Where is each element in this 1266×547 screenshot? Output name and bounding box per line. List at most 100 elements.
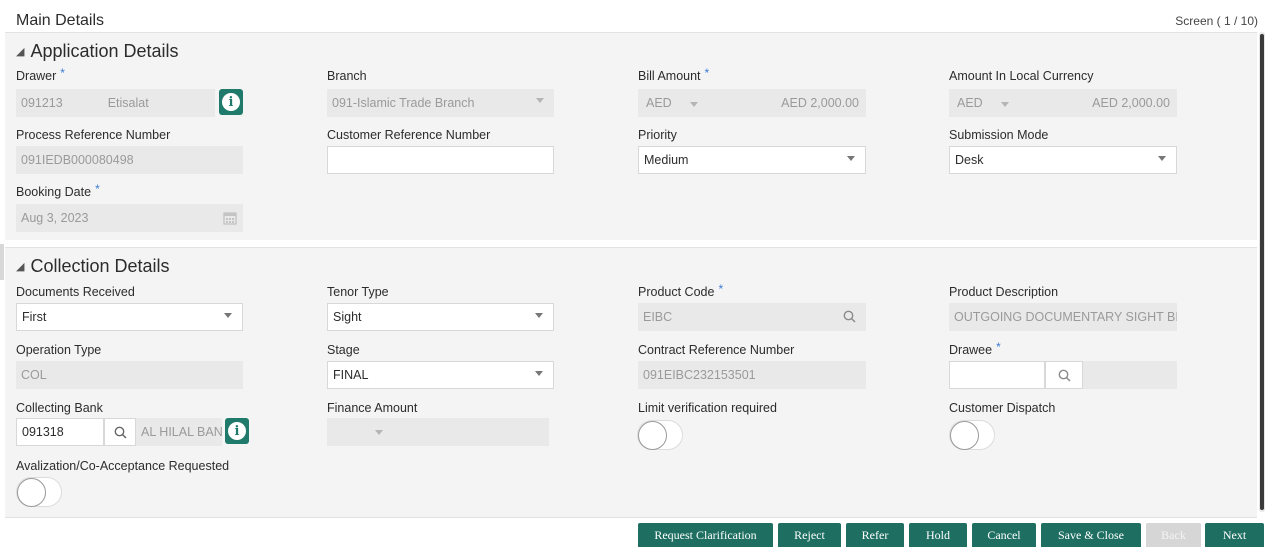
section-title: Application Details [30,41,179,61]
application-details-header[interactable]: ◢ Application Details [16,41,179,62]
contract-ref-label: Contract Reference Number [638,343,795,357]
search-icon[interactable] [843,310,856,323]
drawer-info-button[interactable]: i [219,89,243,115]
required-marker: * [718,282,724,296]
contract-ref-value: 091EIBC232153501 [643,368,756,382]
collecting-bank-name-field[interactable]: AL HILAL BAN [136,418,222,446]
stage-label: Stage [327,343,360,357]
avalization-label: Avalization/Co-Acceptance Requested [16,459,230,473]
process-ref-value: 091IEDB000080498 [21,153,134,167]
tenor-type-value: Sight [333,310,362,324]
drawee-id-input[interactable] [949,361,1045,389]
toggle-knob [638,421,667,450]
collapse-triangle-icon: ◢ [16,261,25,273]
collecting-bank-id-input[interactable]: 091318 [16,418,104,446]
hold-button[interactable]: Hold [909,523,967,547]
required-marker: * [704,66,710,80]
product-description-label: Product Description [949,285,1059,299]
finance-amount-field[interactable] [327,418,549,446]
operation-type-field[interactable]: COL [16,361,243,389]
process-ref-field[interactable]: 091IEDB000080498 [16,146,243,174]
side-panel-handle[interactable] [0,244,4,280]
next-button[interactable]: Next [1205,523,1264,547]
customer-ref-label: Customer Reference Number [327,128,491,142]
drawer-label: Drawer * [16,66,65,83]
customer-dispatch-toggle[interactable] [949,420,995,450]
tenor-type-select[interactable]: Sight [327,303,554,331]
collecting-bank-label: Collecting Bank [16,401,103,415]
cancel-button[interactable]: Cancel [972,523,1036,547]
local-currency: AED [957,96,983,110]
drawer-field[interactable]: 091213 Etisalat [16,89,215,117]
avalization-toggle[interactable] [16,477,62,507]
section-title: Collection Details [30,256,170,276]
priority-select[interactable]: Medium [638,146,866,174]
priority-label: Priority [638,128,677,142]
amount-local-label: Amount In Local Currency [949,69,1094,83]
required-marker: * [60,66,65,80]
submission-mode-label: Submission Mode [949,128,1049,142]
required-marker: * [95,182,100,196]
toggle-knob [17,478,46,507]
refer-button[interactable]: Refer [846,523,904,547]
tenor-type-label: Tenor Type [327,285,389,299]
chevron-down-icon [224,313,232,318]
collecting-bank-id-value: 091318 [22,425,64,439]
customer-ref-input[interactable] [327,146,554,174]
bill-amount-field[interactable]: AED AED 2,000.00 [638,89,866,117]
product-code-field[interactable]: EIBC [638,303,866,331]
page-title: Main Details [16,12,105,29]
collection-details-section: ◢ Collection Details Documents Received … [5,247,1257,517]
collecting-bank-search-button[interactable] [104,418,136,446]
operation-type-value: COL [21,368,47,382]
required-marker: * [996,340,1001,354]
drawee-name-field[interactable] [1083,361,1177,389]
contract-ref-field[interactable]: 091EIBC232153501 [638,361,866,389]
submission-mode-select[interactable]: Desk [949,146,1177,174]
drawee-label: Drawee * [949,340,1001,357]
application-details-section: ◢ Application Details Drawer * Branch Bil… [5,32,1257,240]
collecting-bank-name-value: AL HILAL BAN [141,425,222,439]
stage-select[interactable]: FINAL [327,361,554,389]
product-description-field[interactable]: OUTGOING DOCUMENTARY SIGHT BILL [949,303,1177,331]
amount-local-field[interactable]: AED AED 2,000.00 [949,89,1177,117]
process-ref-label: Process Reference Number [16,128,171,142]
submission-mode-value: Desk [955,153,984,167]
back-button[interactable]: Back [1146,523,1201,547]
drawee-search-button[interactable] [1045,361,1083,389]
bill-amount-label: Bill Amount * [638,66,710,83]
product-code-label: Product Code * [638,282,724,299]
finance-amount-label: Finance Amount [327,401,418,415]
collection-details-header[interactable]: ◢ Collection Details [16,256,170,277]
header-bar: Main Details Screen ( 1 / 10) [0,0,1266,32]
priority-value: Medium [644,153,689,167]
save-close-button[interactable]: Save & Close [1041,523,1141,547]
limit-verification-toggle[interactable] [637,420,683,450]
branch-select[interactable]: 091-Islamic Trade Branch [327,89,554,117]
chevron-down-icon [375,430,383,435]
search-icon [114,426,127,439]
collecting-bank-info-button[interactable]: i [225,418,249,444]
limit-verification-label: Limit verification required [638,401,777,415]
operation-type-label: Operation Type [16,343,102,357]
chevron-down-icon [689,101,698,107]
documents-received-value: First [22,310,47,324]
customer-dispatch-label: Customer Dispatch [949,401,1056,415]
calendar-icon[interactable] [223,211,237,225]
info-icon: i [228,422,246,440]
request-clarification-button[interactable]: Request Clarification [638,523,773,547]
documents-received-select[interactable]: First [16,303,243,331]
booking-date-field[interactable]: Aug 3, 2023 [16,204,243,232]
booking-date-value: Aug 3, 2023 [21,211,89,225]
chevron-down-icon [1000,101,1009,107]
branch-label: Branch [327,69,367,83]
reject-button[interactable]: Reject [778,523,841,547]
chevron-down-icon [847,156,855,161]
documents-received-label: Documents Received [16,285,135,299]
branch-value: 091-Islamic Trade Branch [332,96,475,110]
screen-indicator: Screen ( 1 / 10) [1175,14,1258,28]
search-icon [1058,369,1071,382]
chevron-down-icon [536,98,544,103]
scrollbar-thumb[interactable] [1260,34,1264,510]
info-icon: i [222,93,240,111]
